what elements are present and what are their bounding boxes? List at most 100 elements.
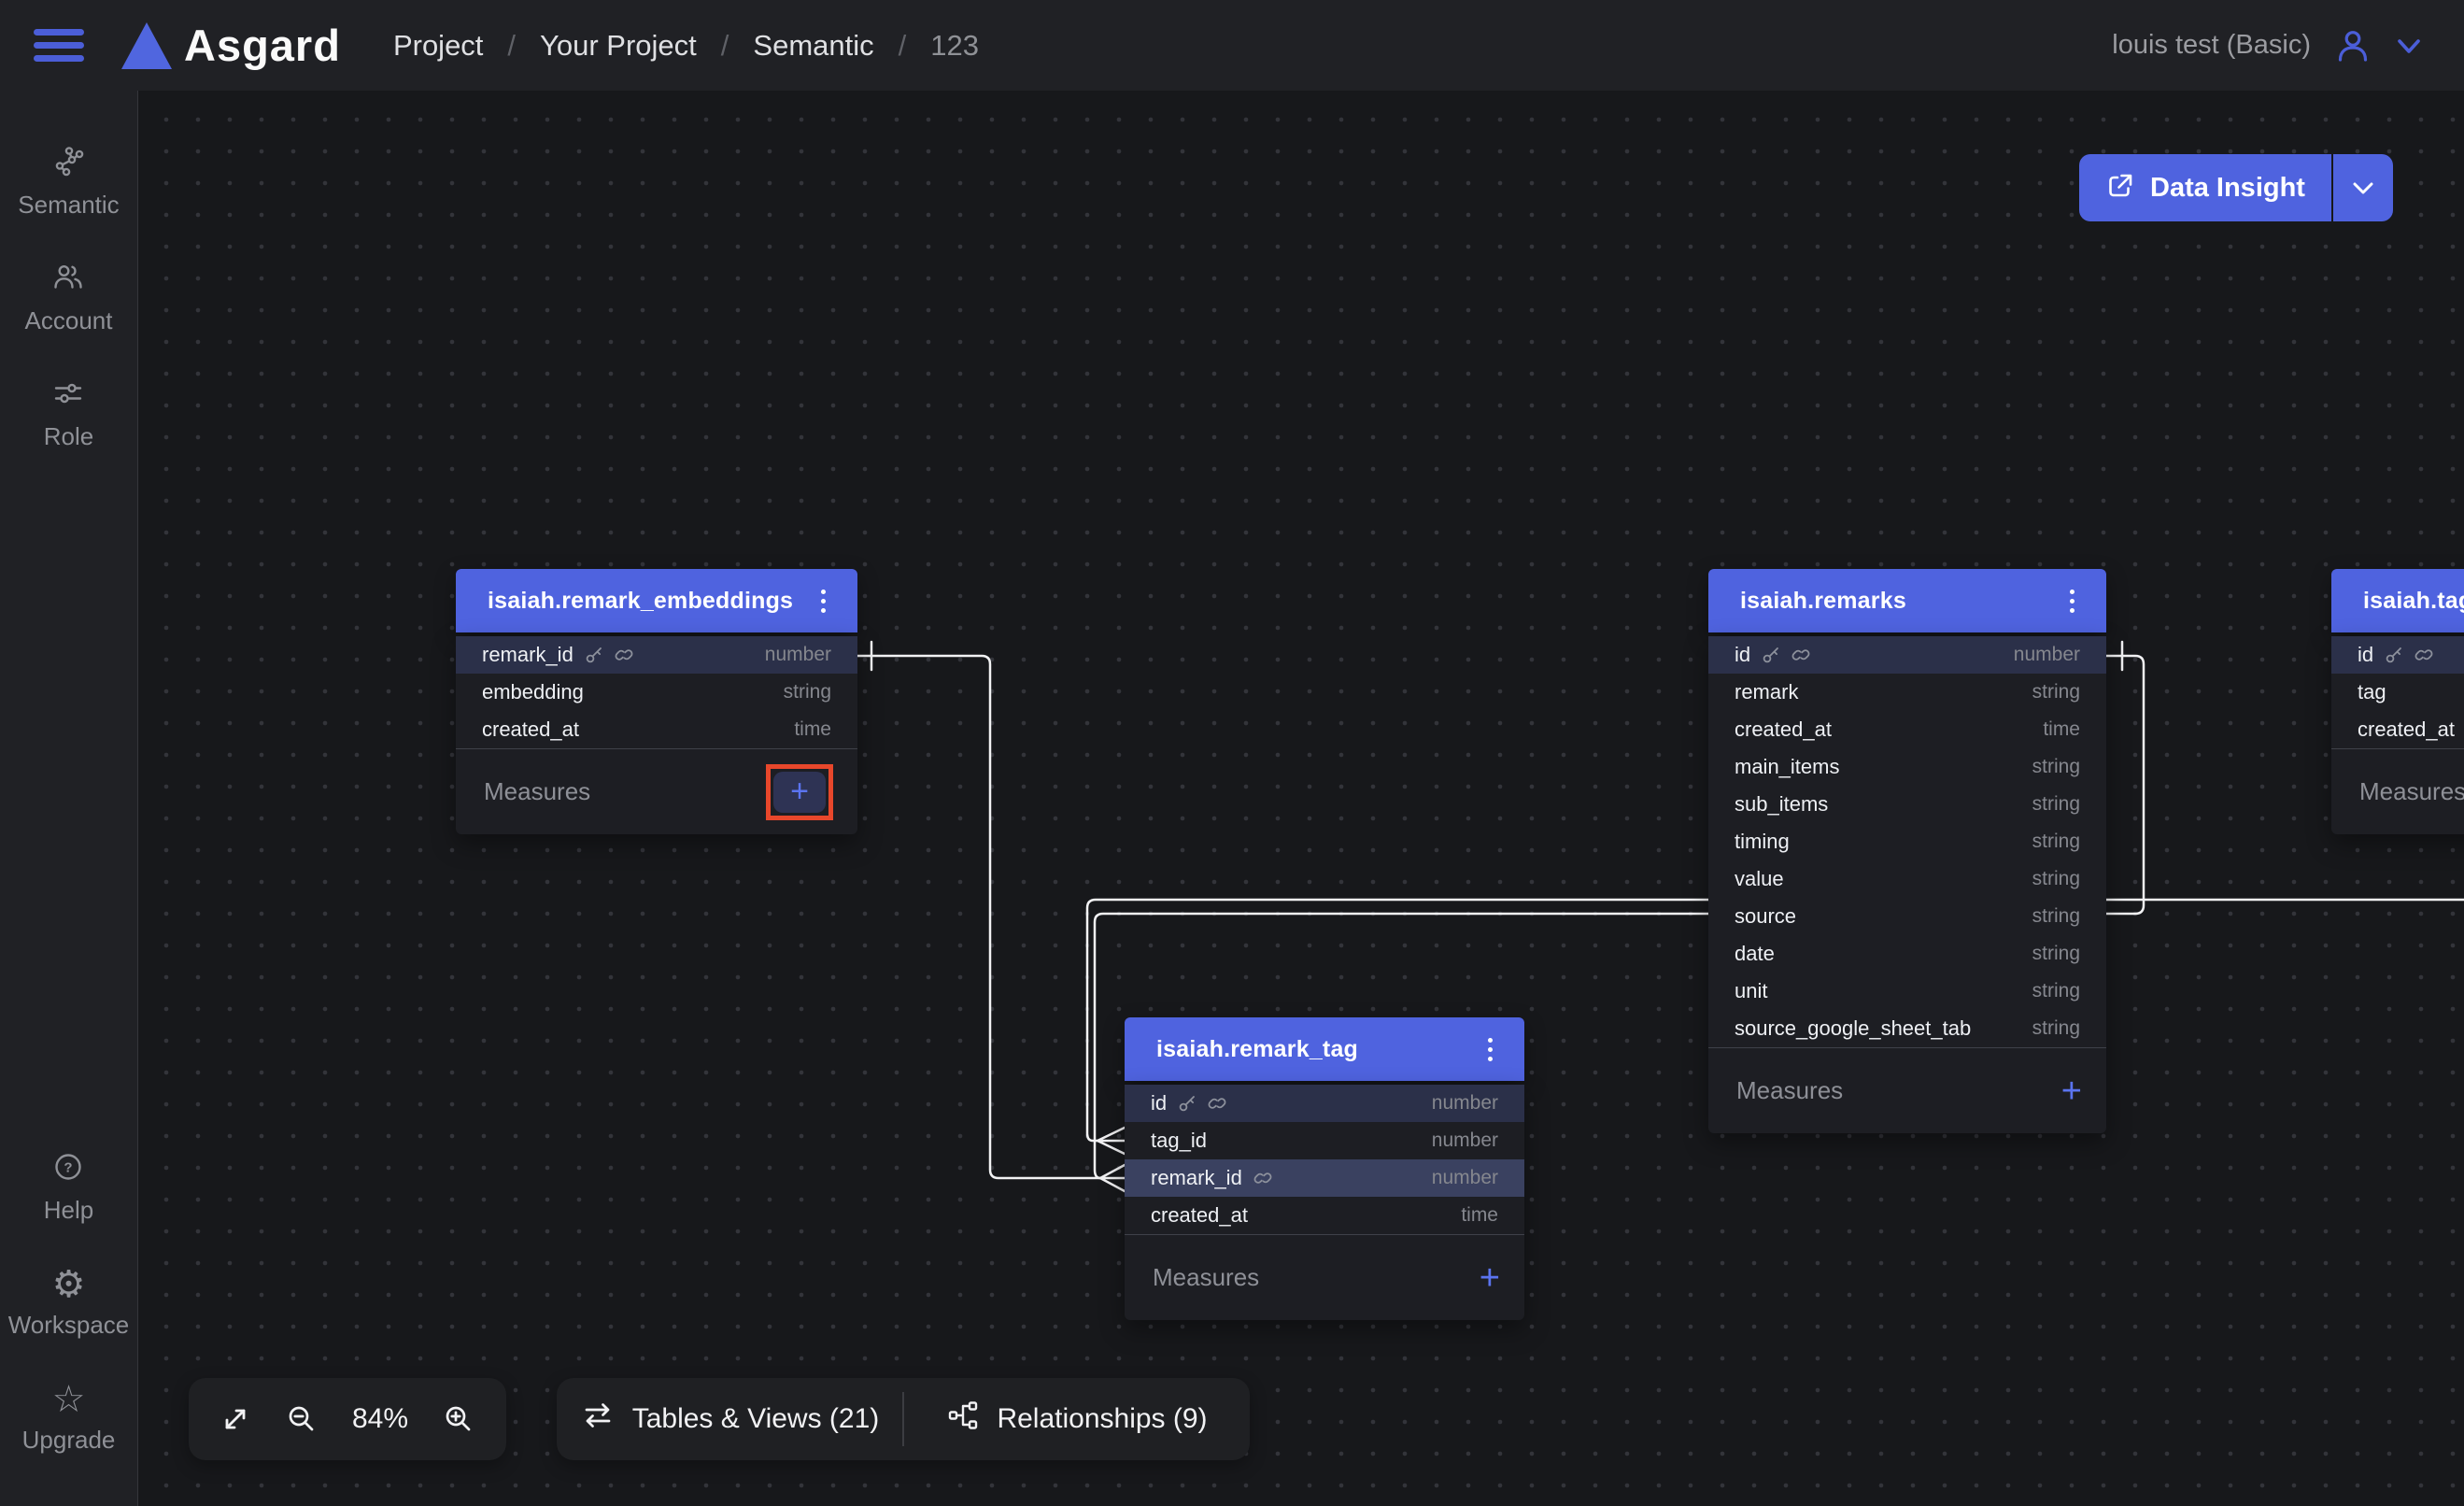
column-row[interactable]: main_items string — [1708, 748, 2106, 786]
column-row[interactable]: id number — [1708, 636, 2106, 674]
column-row[interactable]: created_at — [2331, 711, 2464, 748]
column-row[interactable]: timing string — [1708, 823, 2106, 860]
measures-label: Measures — [1736, 1076, 1843, 1105]
zoom-in-button[interactable] — [442, 1402, 475, 1436]
left-sidebar: Semantic Account Role ? Help ⚙ Workspace… — [0, 91, 138, 1506]
column-row[interactable]: source string — [1708, 898, 2106, 935]
data-insight-dropdown-button[interactable] — [2331, 154, 2393, 221]
relationships-button[interactable]: Relationships (9) — [904, 1399, 1250, 1440]
column-type: string — [2032, 1017, 2080, 1040]
sidebar-item-label: Account — [25, 306, 113, 335]
tables-views-button[interactable]: Tables & Views (21) — [557, 1399, 902, 1440]
column-name: remark_id — [1151, 1166, 1242, 1190]
column-row[interactable]: tag — [2331, 674, 2464, 711]
column-row[interactable]: sub_items string — [1708, 786, 2106, 823]
table-menu-icon[interactable] — [2064, 584, 2080, 618]
table-node-remark_tag[interactable]: isaiah.remark_tag id number tag_id numbe… — [1125, 1017, 1524, 1320]
column-row[interactable]: remark_id number — [456, 636, 857, 674]
sidebar-item-semantic[interactable]: Semantic — [18, 145, 119, 220]
sidebar-item-help[interactable]: ? Help — [44, 1150, 93, 1225]
column-name: timing — [1735, 830, 1790, 854]
diagram-canvas[interactable]: isaiah.remark_embeddings remark_id numbe… — [139, 91, 2464, 1506]
table-body: id number tag_id number remark_id number… — [1125, 1085, 1524, 1320]
user-avatar-icon[interactable] — [2335, 29, 2371, 63]
column-row[interactable]: created_at time — [1708, 711, 2106, 748]
column-name: date — [1735, 942, 1775, 966]
column-row[interactable]: unit string — [1708, 973, 2106, 1010]
column-row[interactable]: remark string — [1708, 674, 2106, 711]
column-name: remark — [1735, 680, 1798, 704]
link-icon — [1253, 1169, 1272, 1187]
column-name: created_at — [1735, 717, 1832, 742]
breadcrumb-project[interactable]: Project — [393, 29, 483, 63]
table-node-remarks[interactable]: isaiah.remarks id number remark string c… — [1708, 569, 2106, 1133]
column-row[interactable]: remark_id number — [1125, 1159, 1524, 1197]
sidebar-item-account[interactable]: Account — [25, 261, 113, 335]
breadcrumb-your-project[interactable]: Your Project — [540, 29, 697, 63]
sliders-icon — [51, 376, 85, 415]
column-type: number — [1432, 1130, 1498, 1152]
column-type: number — [1432, 1092, 1498, 1115]
sidebar-item-label: Workspace — [8, 1311, 130, 1340]
column-name: created_at — [1151, 1203, 1248, 1228]
measures-label: Measures — [1153, 1263, 1259, 1292]
breadcrumb-semantic[interactable]: Semantic — [753, 29, 873, 63]
user-menu-chevron-icon[interactable] — [2395, 34, 2423, 58]
column-name: created_at — [482, 717, 579, 742]
table-header[interactable]: isaiah.remark_embeddings — [456, 569, 857, 632]
column-row[interactable]: value string — [1708, 860, 2106, 898]
column-type: string — [2032, 980, 2080, 1002]
add-measure-button[interactable]: + — [773, 772, 826, 813]
external-link-icon — [2105, 171, 2135, 206]
column-row[interactable]: date string — [1708, 935, 2106, 973]
table-menu-icon[interactable] — [815, 584, 831, 618]
app-logo-text: Asgard — [184, 20, 341, 71]
column-name: tag_id — [1151, 1129, 1207, 1153]
zoom-out-button[interactable] — [285, 1402, 319, 1436]
table-menu-icon[interactable] — [1482, 1032, 1498, 1067]
table-header[interactable]: isaiah.remark_tag — [1125, 1017, 1524, 1081]
column-row[interactable]: id number — [1125, 1085, 1524, 1122]
people-icon — [51, 261, 85, 299]
column-row[interactable]: created_at time — [1125, 1197, 1524, 1234]
breadcrumb-separator: / — [507, 29, 516, 63]
gear-icon: ⚙ — [52, 1266, 86, 1303]
data-insight-button[interactable]: Data Insight — [2079, 154, 2331, 221]
column-name: remark_id — [482, 643, 574, 667]
add-measure-button[interactable]: + — [2061, 1073, 2082, 1109]
key-icon — [585, 646, 603, 664]
table-node-remark_embeddings[interactable]: isaiah.remark_embeddings remark_id numbe… — [456, 569, 857, 834]
column-type: string — [784, 681, 831, 703]
table-header[interactable]: isaiah.tags — [2331, 569, 2464, 632]
help-icon: ? — [51, 1150, 85, 1188]
column-row[interactable]: created_at time — [456, 711, 857, 748]
column-type: number — [2014, 644, 2080, 666]
table-body: remark_id number embedding string create… — [456, 636, 857, 834]
table-header[interactable]: isaiah.remarks — [1708, 569, 2106, 632]
link-icon — [1791, 646, 1810, 664]
sidebar-item-role[interactable]: Role — [44, 376, 93, 451]
sidebar-item-label: Help — [44, 1196, 93, 1225]
table-title: isaiah.remark_embeddings — [488, 588, 793, 615]
table-body: id number remark string created_at time … — [1708, 636, 2106, 1133]
svg-text:?: ? — [64, 1160, 73, 1176]
asgard-logo-icon — [121, 22, 172, 69]
column-type: string — [2032, 905, 2080, 928]
red-highlight-box: + — [766, 764, 833, 820]
hamburger-menu-icon[interactable] — [34, 29, 84, 62]
link-icon — [1208, 1094, 1226, 1113]
column-row[interactable]: source_google_sheet_tab string — [1708, 1010, 2106, 1047]
column-type: string — [2032, 868, 2080, 890]
table-node-tags[interactable]: isaiah.tags id tag created_at Measures + — [2331, 569, 2464, 834]
sidebar-item-upgrade[interactable]: ☆ Upgrade — [22, 1381, 116, 1455]
add-measure-button[interactable]: + — [1480, 1260, 1500, 1296]
sidebar-item-workspace[interactable]: ⚙ Workspace — [8, 1266, 130, 1340]
sidebar-item-label: Role — [44, 422, 93, 451]
key-icon — [2385, 646, 2403, 664]
fit-view-button[interactable] — [219, 1403, 251, 1435]
table-title: isaiah.tags — [2363, 588, 2464, 615]
column-row[interactable]: embedding string — [456, 674, 857, 711]
column-row[interactable]: id — [2331, 636, 2464, 674]
column-row[interactable]: tag_id number — [1125, 1122, 1524, 1159]
column-type: string — [2032, 831, 2080, 853]
